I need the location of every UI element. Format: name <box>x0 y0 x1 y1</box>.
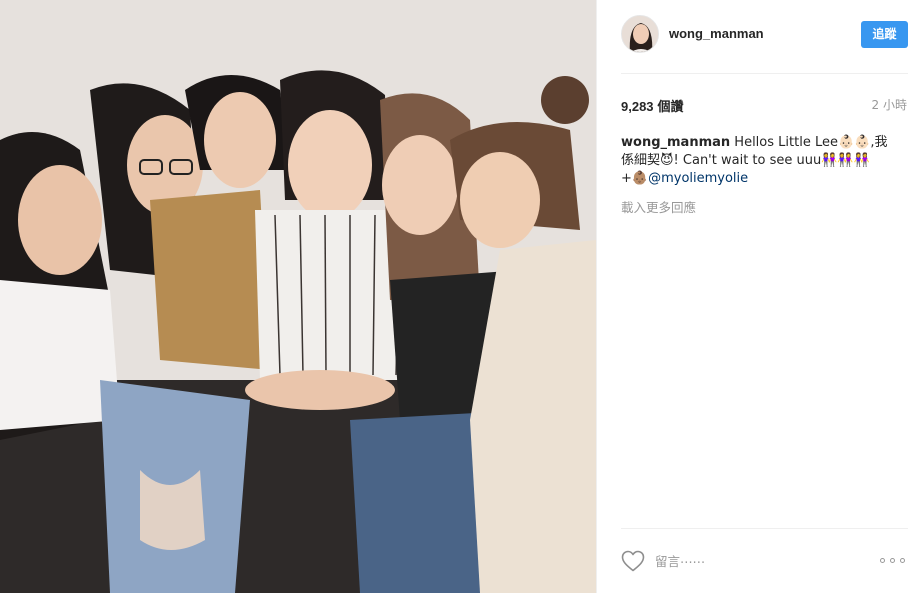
comment-input[interactable] <box>655 551 845 571</box>
caption-username[interactable]: wong_manman <box>621 135 730 150</box>
more-options-icon[interactable] <box>880 554 906 566</box>
view-count-number: 9,283 <box>621 99 654 114</box>
post-details-panel: wong_manman 追蹤 9,283 個讚 2 小時 wong_manman … <box>596 0 917 593</box>
instagram-post: wong_manman 追蹤 9,283 個讚 2 小時 wong_manman … <box>0 0 917 593</box>
avatar[interactable] <box>621 15 659 53</box>
group-photo-illustration <box>0 0 596 593</box>
post-caption: wong_manman Hellos Little Lee👶🏻👶🏻,我係細契😈!… <box>621 134 896 188</box>
more-dot <box>880 558 885 563</box>
load-more-comments-link[interactable]: 載入更多回應 <box>621 197 696 216</box>
follow-button[interactable]: 追蹤 <box>861 21 908 48</box>
header-divider <box>621 73 908 74</box>
caption-text-continued: +👶🏽 <box>621 171 649 186</box>
heart-outline-icon[interactable] <box>621 550 645 572</box>
more-dot <box>890 558 895 563</box>
caption-mention-link[interactable]: @myoliemyolie <box>648 171 748 186</box>
post-header: wong_manman 追蹤 <box>597 0 917 72</box>
view-count: 9,283 個讚 <box>621 96 684 115</box>
post-photo[interactable] <box>0 0 596 593</box>
view-count-label: 個讚 <box>657 100 684 115</box>
post-timestamp[interactable]: 2 小時 <box>872 96 907 113</box>
author-username[interactable]: wong_manman <box>669 26 764 41</box>
avatar-image-icon <box>622 16 658 52</box>
more-dot <box>900 558 905 563</box>
actions-divider <box>621 528 908 529</box>
